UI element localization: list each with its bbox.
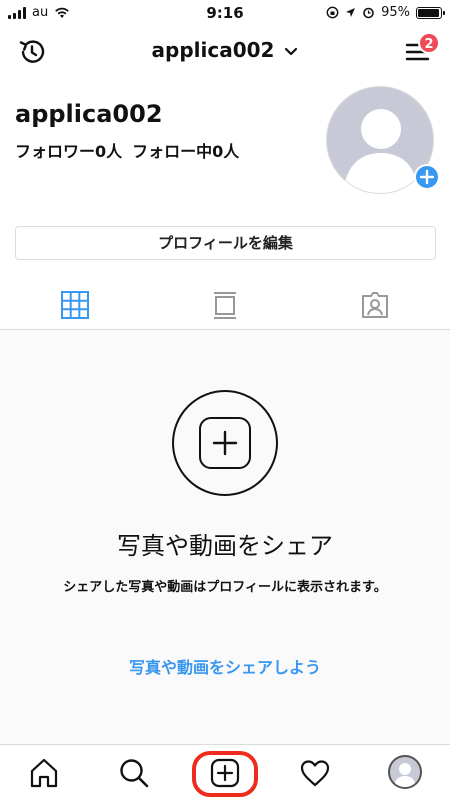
orientation-lock-icon: [326, 6, 339, 19]
home-icon[interactable]: [28, 757, 60, 789]
profile-stats: フォロワー0人 フォロー中0人: [15, 138, 239, 162]
new-post-icon: [199, 417, 251, 469]
battery-fill: [418, 8, 439, 17]
highlight-annotation: [192, 751, 258, 797]
header-username: applica002: [151, 38, 275, 62]
share-circle[interactable]: [172, 390, 278, 496]
grid-icon[interactable]: [60, 290, 90, 320]
alarm-icon: [363, 7, 374, 19]
plus-icon: [212, 430, 238, 456]
tagged-icon[interactable]: [360, 290, 390, 320]
default-avatar-icon: [394, 763, 416, 787]
search-icon[interactable]: [118, 757, 150, 789]
battery-icon: [416, 6, 445, 19]
profile-username: applica002: [15, 100, 163, 128]
notification-badge: 2: [418, 32, 440, 54]
empty-state-description: シェアした写真や動画はプロフィールに表示されます。: [63, 580, 387, 595]
profile-avatar[interactable]: [388, 755, 422, 789]
account-switcher[interactable]: applica002: [0, 38, 450, 62]
location-icon: [346, 8, 356, 17]
empty-state: 写真や動画をシェア シェアした写真や動画はプロフィールに表示されます。 写真や動…: [0, 330, 450, 744]
status-right: 95%: [326, 5, 445, 20]
empty-state-title: 写真や動画をシェア: [117, 532, 333, 560]
heart-icon[interactable]: [299, 757, 331, 789]
profile-tabs: [0, 280, 450, 330]
battery-percent: 95%: [381, 5, 410, 20]
plus-icon: [419, 169, 435, 185]
share-link[interactable]: 写真や動画をシェアしよう: [0, 654, 450, 678]
status-bar: au 9:16 95%: [0, 0, 450, 26]
followers-count[interactable]: フォロワー0人: [15, 138, 122, 162]
edit-profile-button[interactable]: プロフィールを編集: [15, 226, 436, 260]
bottom-nav: [0, 744, 450, 800]
profile-avatar-wrap[interactable]: [326, 86, 440, 194]
chevron-down-icon: [285, 47, 298, 56]
profile-header: applica002 2: [0, 26, 450, 76]
following-count[interactable]: フォロー中0人: [132, 138, 239, 162]
feed-icon[interactable]: [210, 290, 240, 320]
add-photo-button[interactable]: [414, 164, 440, 190]
profile-section: applica002 フォロワー0人 フォロー中0人 プロフィールを編集: [0, 76, 450, 330]
